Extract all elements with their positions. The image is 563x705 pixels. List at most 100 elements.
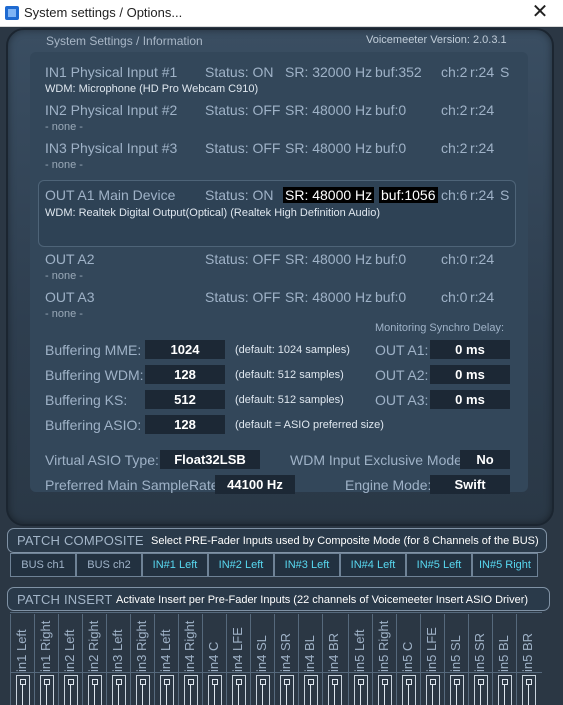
insert-channel[interactable]: in4 Left (154, 614, 178, 705)
insert-channel[interactable]: in5 SR (468, 614, 492, 705)
insert-channel[interactable]: in2 Left (58, 614, 82, 705)
delay-a1-value[interactable]: 0 ms (430, 340, 510, 359)
insert-channel[interactable]: in4 LFE (226, 614, 250, 705)
insert-toggle-icon[interactable] (40, 675, 54, 705)
insert-channel-label: in5 SL (448, 635, 463, 672)
composite-button[interactable]: IN#1 Left (142, 553, 208, 577)
buffering-asio-value[interactable]: 128 (145, 415, 225, 434)
delay-a1-label: OUT A1: (375, 342, 429, 358)
insert-toggle-icon[interactable] (354, 675, 368, 705)
insert-toggle-icon[interactable] (88, 675, 102, 705)
insert-toggle-icon[interactable] (304, 675, 318, 705)
insert-channel-label: in4 Left (158, 629, 173, 672)
insert-channel[interactable]: in4 SR (274, 614, 298, 705)
title-bar: System settings / Options... ✕ (0, 0, 563, 27)
patch-composite-title: PATCH COMPOSITE (17, 533, 144, 548)
insert-toggle-icon[interactable] (450, 675, 464, 705)
composite-button[interactable]: BUS ch2 (76, 553, 142, 577)
device-row[interactable]: OUT A1 Main Device Status: ON SR: 48000 … (45, 187, 525, 207)
delay-a2-label: OUT A2: (375, 367, 429, 383)
close-button[interactable]: ✕ (517, 0, 563, 26)
insert-channel-label: in4 SL (254, 635, 269, 672)
composite-button[interactable]: IN#5 Left (406, 553, 472, 577)
insert-toggle-icon[interactable] (378, 675, 392, 705)
wdm-exclusive-value[interactable]: No (460, 450, 510, 469)
insert-toggle-icon[interactable] (402, 675, 416, 705)
insert-toggle-icon[interactable] (232, 675, 246, 705)
asio-type-value[interactable]: Float32LSB (160, 450, 260, 469)
samplerate-value[interactable]: 44100 Hz (215, 475, 295, 494)
delay-a2-value[interactable]: 0 ms (430, 365, 510, 384)
insert-channel[interactable]: in5 Right (372, 614, 396, 705)
device-samplerate: SR: 48000 Hz (285, 251, 373, 267)
insert-channel[interactable]: in4 Right (178, 614, 202, 705)
insert-channel-label: in5 Left (352, 629, 367, 672)
composite-button[interactable]: IN#5 Right (472, 553, 538, 577)
composite-button[interactable]: IN#4 Left (340, 553, 406, 577)
device-status: Status: OFF (205, 140, 281, 156)
insert-channel-label: in5 Right (376, 620, 391, 672)
insert-channel-label: in4 C (206, 641, 221, 672)
insert-channel[interactable]: in5 SL (444, 614, 468, 705)
buffering-wdm-note: (default: 512 samples) (235, 369, 344, 381)
buffering-mme-value[interactable]: 1024 (145, 340, 225, 359)
insert-toggle-icon[interactable] (328, 675, 342, 705)
insert-channel[interactable]: in4 C (202, 614, 226, 705)
buffering-mme-note: (default: 1024 samples) (235, 344, 350, 356)
insert-channel[interactable]: in4 SL (250, 614, 274, 705)
insert-toggle-icon[interactable] (426, 675, 440, 705)
device-driver: - none - (45, 270, 83, 282)
composite-button[interactable]: BUS ch1 (10, 553, 76, 577)
insert-channel[interactable]: in5 BR (516, 614, 540, 705)
insert-toggle-icon[interactable] (160, 675, 174, 705)
asio-type-label: Virtual ASIO Type: (45, 452, 159, 468)
buffering-asio-note: (default = ASIO preferred size) (235, 419, 384, 431)
insert-channel-grid: in1 Left in1 Right in2 Left in2 Right in… (10, 614, 542, 705)
device-buffer: buf:1056 (379, 187, 438, 203)
insert-toggle-icon[interactable] (64, 675, 78, 705)
device-name: IN2 Physical Input #2 (45, 102, 178, 118)
insert-channel-label: in5 BL (496, 635, 511, 672)
insert-channel[interactable]: in3 Right (130, 614, 154, 705)
insert-channel-label: in1 Right (38, 620, 53, 672)
device-status: Status: OFF (205, 102, 281, 118)
delay-a3-label: OUT A3: (375, 392, 429, 408)
insert-channel[interactable]: in2 Right (82, 614, 106, 705)
device-driver: WDM: Microphone (HD Pro Webcam C910) (45, 83, 259, 95)
composite-button[interactable]: IN#3 Left (274, 553, 340, 577)
delay-a3-value[interactable]: 0 ms (430, 390, 510, 409)
insert-toggle-icon[interactable] (280, 675, 294, 705)
insert-toggle-icon[interactable] (16, 675, 30, 705)
buffering-ks-value[interactable]: 512 (145, 390, 225, 409)
insert-toggle-icon[interactable] (474, 675, 488, 705)
device-buffer: buf:0 (375, 140, 407, 156)
insert-channel-label: in2 Right (86, 620, 101, 672)
insert-channel[interactable]: in1 Right (34, 614, 58, 705)
channel-grid-line (10, 612, 542, 613)
insert-channel[interactable]: in5 BL (492, 614, 516, 705)
insert-channel[interactable]: in5 C (396, 614, 420, 705)
buffering-wdm-value[interactable]: 128 (145, 365, 225, 384)
insert-toggle-icon[interactable] (112, 675, 126, 705)
device-status: Status: OFF (205, 251, 281, 267)
device-buffer: buf:0 (375, 102, 407, 118)
insert-toggle-icon[interactable] (136, 675, 150, 705)
insert-channel[interactable]: in3 Left (106, 614, 130, 705)
insert-toggle-icon[interactable] (184, 675, 198, 705)
insert-toggle-icon[interactable] (522, 675, 536, 705)
device-channels: ch:2 (441, 140, 468, 156)
insert-toggle-icon[interactable] (256, 675, 270, 705)
device-name: OUT A3 (45, 289, 95, 305)
device-status: Status: ON (205, 64, 274, 80)
insert-channel[interactable]: in4 BL (298, 614, 322, 705)
composite-button[interactable]: IN#2 Left (208, 553, 274, 577)
insert-channel[interactable]: in1 Left (10, 614, 34, 705)
insert-channel[interactable]: in4 BR (322, 614, 346, 705)
engine-mode-value[interactable]: Swift (430, 475, 510, 494)
insert-toggle-icon[interactable] (208, 675, 222, 705)
insert-channel[interactable]: in5 LFE (420, 614, 444, 705)
device-driver: - none - (45, 308, 83, 320)
insert-channel[interactable]: in5 Left (348, 614, 372, 705)
window-title: System settings / Options... (24, 5, 183, 20)
insert-toggle-icon[interactable] (498, 675, 512, 705)
